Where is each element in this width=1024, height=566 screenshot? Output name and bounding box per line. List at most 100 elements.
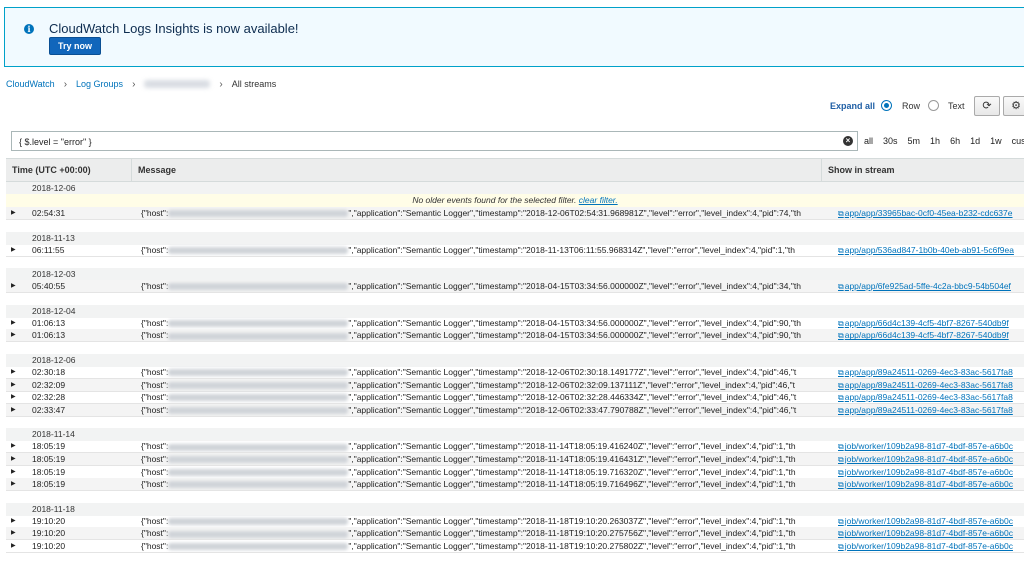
external-link-icon: ⧉ xyxy=(838,209,844,218)
log-event-row[interactable]: ▶ 01:06:13 {"host": ","application":"Semant… xyxy=(6,329,1024,343)
try-now-button[interactable]: Try now xyxy=(49,37,101,55)
redacted-host xyxy=(168,468,349,476)
expand-all-link[interactable]: Expand all xyxy=(830,101,875,111)
stream-name: app/app/89a24511-0269-4ec3-83ac-5617fa8 xyxy=(844,404,1013,415)
external-link-icon: ⧉ xyxy=(838,318,844,328)
expand-row-icon[interactable]: ▶ xyxy=(11,515,16,527)
refresh-icon: ⟳ xyxy=(982,100,992,112)
log-event-row[interactable]: ▶ 18:05:19 {"host": ","application":"Semant… xyxy=(6,466,1024,479)
expand-row-icon[interactable]: ▶ xyxy=(11,207,16,219)
show-in-stream-link[interactable]: ⧉job/worker/109b2a98-81d7-4bdf-857e-a6b0… xyxy=(838,478,1013,490)
message-body: ","application":"Semantic Logger","times… xyxy=(348,330,801,341)
expand-row-icon[interactable]: ▶ xyxy=(11,478,16,490)
time-range-1d[interactable]: 1d xyxy=(965,136,985,146)
show-in-stream-link[interactable]: ⧉job/worker/109b2a98-81d7-4bdf-857e-a6b0… xyxy=(838,527,1013,539)
show-in-stream-link[interactable]: ⧉app/app/89a24511-0269-4ec3-83ac-5617fa8 xyxy=(838,404,1013,416)
log-event-row[interactable]: ▶ 02:54:31 {"host": ","application":"Semant… xyxy=(6,207,1024,220)
show-in-stream-link[interactable]: ⧉job/worker/109b2a98-81d7-4bdf-857e-a6b0… xyxy=(838,440,1013,452)
time-range-30s[interactable]: 30s xyxy=(878,136,903,146)
redacted-host xyxy=(168,394,349,402)
expand-row-icon[interactable]: ▶ xyxy=(11,379,16,391)
log-event-row[interactable]: ▶ 18:05:19 {"host": ","application":"Semant… xyxy=(6,453,1024,466)
show-in-stream-link[interactable]: ⧉job/worker/109b2a98-81d7-4bdf-857e-a6b0… xyxy=(838,453,1013,465)
settings-button[interactable]: ⚙ xyxy=(1003,96,1024,116)
chevron-right-icon: › xyxy=(219,78,223,90)
show-in-stream-link[interactable]: ⧉app/app/6fe925ad-5ffe-4c2a-bbc9-54b504e… xyxy=(838,280,1011,292)
time-range-6h[interactable]: 6h xyxy=(945,136,965,146)
log-event-row[interactable]: ▶ 19:10:20 {"host": ","application":"Semant… xyxy=(6,515,1024,528)
col-time[interactable]: Time (UTC +00:00) xyxy=(6,159,131,181)
refresh-button[interactable]: ⟳ xyxy=(974,96,1000,116)
show-in-stream-link[interactable]: ⧉job/worker/109b2a98-81d7-4bdf-857e-a6b0… xyxy=(838,540,1013,552)
log-event-row[interactable]: ▶ 18:05:19 {"host": ","application":"Semant… xyxy=(6,440,1024,454)
breadcrumb-log-group-redacted[interactable] xyxy=(144,80,211,88)
log-event-row[interactable]: ▶ 06:11:55 {"host": ","application":"Semant… xyxy=(6,244,1024,257)
event-message: {"host": ","application":"Semantic Logger… xyxy=(141,391,831,403)
expand-row-icon[interactable]: ▶ xyxy=(11,404,16,416)
expand-row-icon[interactable]: ▶ xyxy=(11,466,16,478)
stream-name: job/worker/109b2a98-81d7-4bdf-857e-a6b0c xyxy=(844,541,1013,551)
log-event-row[interactable]: ▶ 19:10:20 {"host": ","application":"Semant… xyxy=(6,540,1024,553)
log-event-row[interactable]: ▶ 02:30:18 {"host": ","application":"Semant… xyxy=(6,366,1024,379)
external-link-icon: ⧉ xyxy=(838,368,844,377)
show-in-stream-link[interactable]: ⧉app/app/536ad847-1b0b-40eb-ab91-5c6f9ea xyxy=(838,244,1014,256)
expand-row-icon[interactable]: ▶ xyxy=(11,366,16,378)
time-range-all[interactable]: all xyxy=(859,136,878,146)
log-event-row[interactable]: ▶ 01:06:13 {"host": ","application":"Semant… xyxy=(6,317,1024,330)
expand-row-icon[interactable]: ▶ xyxy=(11,453,16,465)
log-event-row[interactable]: ▶ 02:33:47 {"host": ","application":"Semant… xyxy=(6,403,1024,417)
message-body: ","application":"Semantic Logger","times… xyxy=(348,244,795,255)
show-in-stream-link[interactable]: ⧉app/app/89a24511-0269-4ec3-83ac-5617fa8 xyxy=(838,379,1013,391)
breadcrumb-cloudwatch[interactable]: CloudWatch xyxy=(6,79,55,89)
message-prefix: {"host": xyxy=(141,466,169,477)
message-prefix: {"host": xyxy=(141,441,169,452)
log-event-row[interactable]: ▶ 02:32:09 {"host": ","application":"Semant… xyxy=(6,378,1024,392)
chevron-right-icon: › xyxy=(132,78,136,90)
external-link-icon: ⧉ xyxy=(838,542,844,551)
time-range-custo[interactable]: custo xyxy=(1007,136,1024,146)
event-time: 18:05:19 xyxy=(32,466,66,477)
show-in-stream-link[interactable]: ⧉app/app/66d4c139-4cf5-4bf7-8267-540db9f xyxy=(838,329,1009,341)
external-link-icon: ⧉ xyxy=(838,442,844,452)
log-event-row[interactable]: ▶ 18:05:19 {"host": ","application":"Semant… xyxy=(6,478,1024,492)
event-message: {"host": ","application":"Semantic Logger… xyxy=(141,366,831,378)
expand-row-icon[interactable]: ▶ xyxy=(11,280,16,292)
breadcrumb-log-groups[interactable]: Log Groups xyxy=(76,79,123,89)
filter-events-input[interactable]: { $.level = "error" } × xyxy=(11,131,858,151)
show-in-stream-link[interactable]: ⧉app/app/89a24511-0269-4ec3-83ac-5617fa8 xyxy=(838,366,1013,378)
show-in-stream-link[interactable]: ⧉job/worker/109b2a98-81d7-4bdf-857e-a6b0… xyxy=(838,515,1013,527)
time-range-1h[interactable]: 1h xyxy=(925,136,945,146)
gear-icon: ⚙ xyxy=(1011,100,1021,112)
col-message[interactable]: Message xyxy=(131,159,821,181)
log-event-row[interactable]: ▶ 19:10:20 {"host": ","application":"Semant… xyxy=(6,527,1024,541)
message-body: ","application":"Semantic Logger","times… xyxy=(348,515,796,526)
expand-row-icon[interactable]: ▶ xyxy=(11,329,16,341)
time-range-5m[interactable]: 5m xyxy=(903,136,926,146)
expand-row-icon[interactable]: ▶ xyxy=(11,527,16,539)
message-body: ","application":"Semantic Logger","times… xyxy=(348,208,801,218)
show-in-stream-link[interactable]: ⧉app/app/89a24511-0269-4ec3-83ac-5617fa8 xyxy=(838,391,1013,403)
expand-row-icon[interactable]: ▶ xyxy=(11,317,16,329)
breadcrumb: CloudWatch › Log Groups › › All streams xyxy=(6,78,276,90)
stream-name: app/app/89a24511-0269-4ec3-83ac-5617fa8 xyxy=(844,379,1013,390)
redacted-host xyxy=(168,530,349,538)
show-in-stream-link[interactable]: ⧉app/app/66d4c139-4cf5-4bf7-8267-540db9f xyxy=(838,317,1009,329)
expand-row-icon[interactable]: ▶ xyxy=(11,391,16,403)
show-in-stream-link[interactable]: ⧉job/worker/109b2a98-81d7-4bdf-857e-a6b0… xyxy=(838,466,1013,478)
show-in-stream-link[interactable]: ⧉app/app/33965bac-0cf0-45ea-b232-cdc637e xyxy=(838,207,1013,219)
log-event-row[interactable]: ▶ 02:32:28 {"host": ","application":"Semant… xyxy=(6,391,1024,405)
text-view-radio[interactable] xyxy=(928,100,939,111)
time-range-1w[interactable]: 1w xyxy=(985,136,1007,146)
message-prefix: {"host": xyxy=(141,317,169,328)
row-view-radio[interactable] xyxy=(881,100,892,111)
clear-filter-icon[interactable]: × xyxy=(843,136,853,146)
expand-row-icon[interactable]: ▶ xyxy=(11,244,16,256)
time-range-selector: all30s5m1h6h1d1wcusto xyxy=(859,131,1024,151)
log-event-row[interactable]: ▶ 05:40:55 {"host": ","application":"Semant… xyxy=(6,280,1024,294)
expand-row-icon[interactable]: ▶ xyxy=(11,440,16,452)
message-body: ","application":"Semantic Logger","times… xyxy=(348,404,797,415)
stream-name: app/app/89a24511-0269-4ec3-83ac-5617fa8 xyxy=(844,367,1013,377)
expand-row-icon[interactable]: ▶ xyxy=(11,540,16,552)
redacted-host xyxy=(168,456,349,464)
clear-filter-link[interactable]: clear filter. xyxy=(579,195,618,205)
